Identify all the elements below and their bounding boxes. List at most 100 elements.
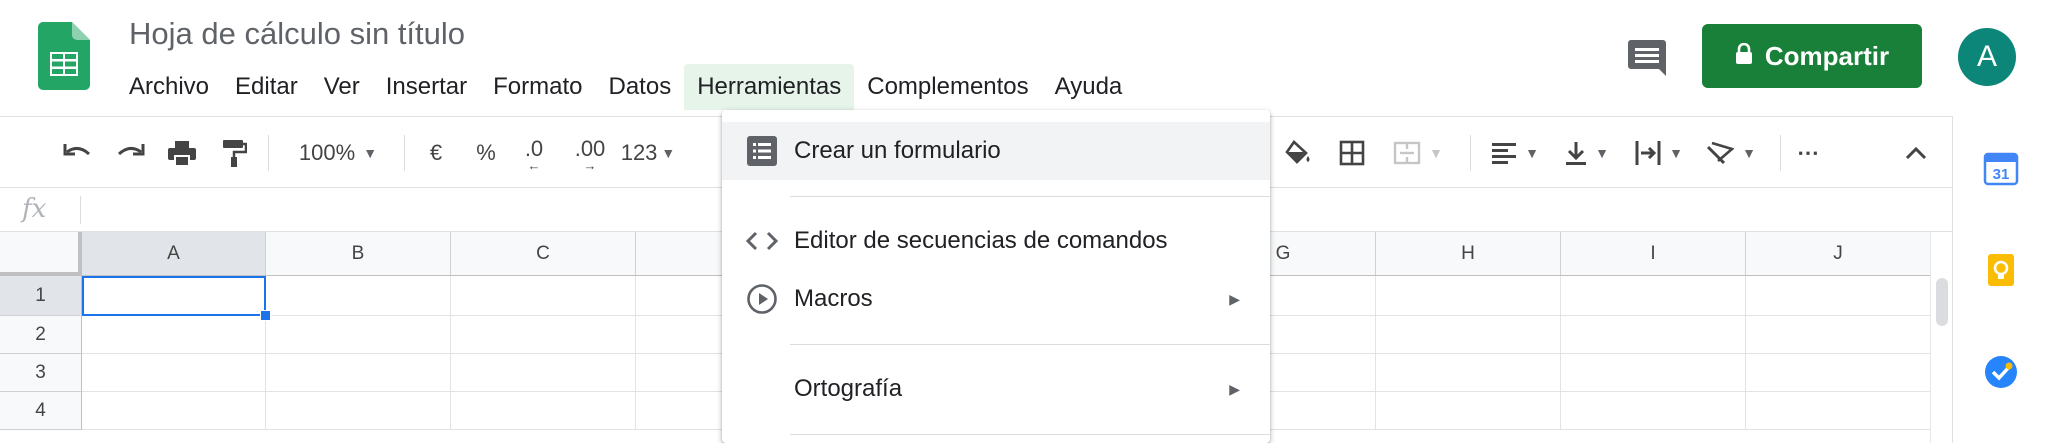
menu-formato[interactable]: Formato — [480, 64, 595, 110]
percent-format-button[interactable]: % — [466, 117, 506, 189]
menu-item-label: Crear un formulario — [794, 137, 1001, 164]
currency-format-button[interactable]: € — [416, 117, 456, 189]
cell-c1[interactable] — [451, 276, 636, 316]
vertical-scrollbar[interactable] — [1930, 232, 1952, 443]
column-header-j[interactable]: J — [1746, 232, 1930, 276]
cell-b2[interactable] — [266, 316, 451, 354]
row-header-4[interactable]: 4 — [0, 392, 82, 430]
menu-datos[interactable]: Datos — [596, 64, 685, 110]
keep-icon[interactable] — [1983, 252, 2019, 288]
decrease-decimals-button[interactable]: .0 ← — [514, 117, 554, 189]
menu-insertar[interactable]: Insertar — [373, 64, 480, 110]
menu-item-label: Editor de secuencias de comandos — [794, 227, 1168, 254]
horizontal-align-icon[interactable]: ▼ — [1486, 117, 1544, 189]
menu-item-macros[interactable]: Macros ▶ — [722, 270, 1270, 328]
cell-h3[interactable] — [1376, 354, 1561, 392]
menu-item-script-editor[interactable]: Editor de secuencias de comandos — [722, 212, 1270, 270]
submenu-arrow-icon: ▶ — [1229, 290, 1240, 307]
tasks-icon[interactable] — [1983, 354, 2019, 390]
cell-b3[interactable] — [266, 354, 451, 392]
cell-i1[interactable] — [1561, 276, 1746, 316]
toolbar-divider — [404, 135, 405, 171]
column-header-h[interactable]: H — [1376, 232, 1561, 276]
fill-handle[interactable] — [260, 310, 271, 321]
menu-divider — [790, 434, 1270, 435]
share-button[interactable]: Compartir — [1702, 24, 1922, 88]
text-wrap-icon[interactable]: ▼ — [1630, 117, 1688, 189]
formula-divider — [80, 196, 81, 224]
menu-herramientas[interactable]: Herramientas — [684, 64, 855, 110]
menu-ayuda[interactable]: Ayuda — [1042, 64, 1136, 110]
column-header-b[interactable]: B — [266, 232, 451, 276]
cell-h4[interactable] — [1376, 392, 1561, 430]
arrow-left-icon: ← — [527, 158, 541, 173]
merge-cells-icon[interactable]: ▼ — [1386, 117, 1450, 189]
chevron-down-icon: ▼ — [1595, 145, 1609, 161]
paint-format-icon[interactable] — [214, 117, 254, 189]
menu-ver[interactable]: Ver — [311, 64, 373, 110]
cell-i3[interactable] — [1561, 354, 1746, 392]
cell-a3[interactable] — [82, 354, 266, 392]
chevron-down-icon: ▼ — [1742, 145, 1756, 161]
cell-j4[interactable] — [1746, 392, 1930, 430]
row-header-1[interactable]: 1 — [0, 276, 82, 316]
tools-dropdown-menu: Crear un formulario Editor de secuencias… — [722, 110, 1270, 443]
chevron-down-icon: ▼ — [661, 145, 676, 161]
cell-c4[interactable] — [451, 392, 636, 430]
increase-decimals-button[interactable]: .00 → — [568, 117, 612, 189]
cell-b1[interactable] — [266, 276, 451, 316]
zoom-select[interactable]: 100% ▼ — [282, 117, 394, 189]
cell-a4[interactable] — [82, 392, 266, 430]
sheets-logo-icon[interactable] — [38, 22, 90, 90]
menu-divider — [790, 196, 1270, 197]
toolbar-divider — [268, 135, 269, 171]
cell-b4[interactable] — [266, 392, 451, 430]
menu-item-create-form[interactable]: Crear un formulario — [722, 122, 1270, 180]
code-icon — [744, 223, 780, 259]
cell-a2[interactable] — [82, 316, 266, 354]
document-title[interactable]: Hoja de cálculo sin título — [129, 16, 465, 52]
cell-h1[interactable] — [1376, 276, 1561, 316]
comments-icon[interactable] — [1626, 36, 1668, 78]
cell-h2[interactable] — [1376, 316, 1561, 354]
calendar-icon[interactable]: 31 — [1983, 150, 2019, 186]
print-icon[interactable] — [162, 117, 202, 189]
cell-j3[interactable] — [1746, 354, 1930, 392]
play-circle-icon — [744, 281, 780, 317]
selected-cell-a1[interactable] — [82, 276, 266, 316]
menu-item-spelling[interactable]: Ortografía ▶ — [722, 360, 1270, 418]
calendar-day: 31 — [1993, 166, 2010, 183]
toolbar-divider — [1780, 135, 1781, 171]
arrow-right-icon: → — [583, 158, 597, 173]
collapse-icon[interactable] — [1898, 117, 1934, 189]
menu-editar[interactable]: Editar — [222, 64, 311, 110]
menu-bar: Archivo Editar Ver Insertar Formato Dato… — [116, 64, 1135, 110]
column-header-a[interactable]: A — [82, 232, 266, 276]
menu-complementos[interactable]: Complementos — [854, 64, 1041, 110]
select-all-corner[interactable] — [0, 232, 82, 276]
cell-c3[interactable] — [451, 354, 636, 392]
row-header-3[interactable]: 3 — [0, 354, 82, 392]
cell-i4[interactable] — [1561, 392, 1746, 430]
borders-icon[interactable] — [1332, 117, 1372, 189]
cell-j1[interactable] — [1746, 276, 1930, 316]
cell-i2[interactable] — [1561, 316, 1746, 354]
number-format-label: 123 — [620, 140, 658, 165]
redo-icon[interactable] — [110, 117, 150, 189]
share-button-label: Compartir — [1764, 40, 1890, 71]
row-header-2[interactable]: 2 — [0, 316, 82, 354]
column-header-c[interactable]: C — [451, 232, 636, 276]
column-header-i[interactable]: I — [1561, 232, 1746, 276]
more-icon[interactable]: ⋯ — [1790, 117, 1826, 189]
menu-archivo[interactable]: Archivo — [116, 64, 222, 110]
cell-c2[interactable] — [451, 316, 636, 354]
scrollbar-thumb[interactable] — [1936, 278, 1948, 326]
fill-color-icon[interactable] — [1278, 117, 1318, 189]
number-format-select[interactable]: 123 ▼ — [618, 117, 678, 189]
cell-j2[interactable] — [1746, 316, 1930, 354]
text-rotation-icon[interactable]: ▼ — [1702, 117, 1760, 189]
vertical-align-icon[interactable]: ▼ — [1558, 117, 1616, 189]
zoom-value: 100% — [298, 140, 356, 165]
undo-icon[interactable] — [58, 117, 98, 189]
avatar[interactable]: A — [1958, 28, 2016, 86]
